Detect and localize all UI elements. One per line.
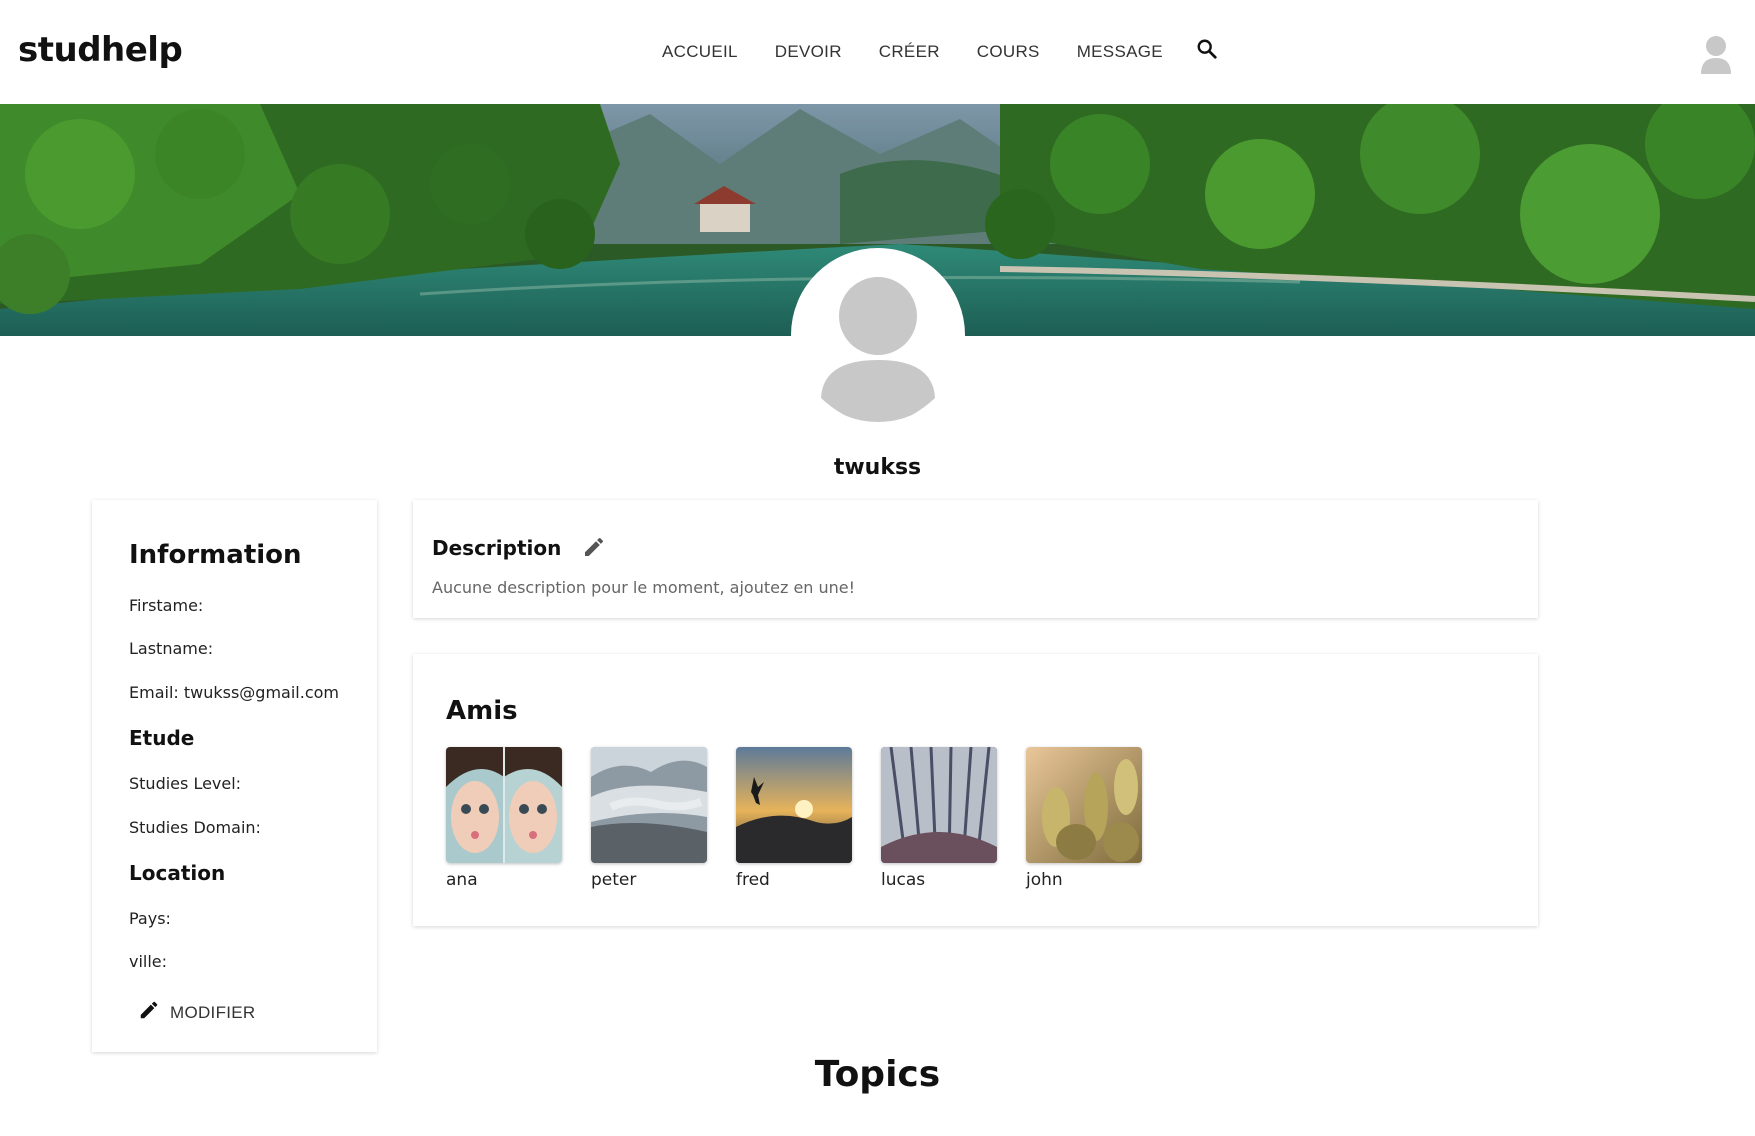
- nav-cours[interactable]: COURS: [977, 42, 1040, 62]
- lastname-label: Lastname:: [129, 639, 214, 658]
- modify-button[interactable]: MODIFIER: [138, 999, 256, 1026]
- friend-name: lucas: [881, 870, 926, 890]
- friend-photo[interactable]: [1026, 747, 1142, 863]
- friend-photo[interactable]: [446, 747, 562, 863]
- friends-title: Amis: [446, 696, 518, 726]
- studies-level-label: Studies Level:: [129, 774, 242, 793]
- nav-devoir[interactable]: DEVOIR: [775, 42, 842, 62]
- topics-heading: Topics: [814, 1054, 941, 1095]
- email-text: Email: twukss@gmail.com: [129, 683, 339, 702]
- friend-name: ana: [446, 870, 478, 890]
- etude-title: Etude: [129, 726, 195, 750]
- site-logo[interactable]: studhelp: [18, 30, 183, 70]
- ville-label: ville:: [129, 952, 168, 971]
- description-text: Aucune description pour le moment, ajout…: [432, 578, 856, 597]
- profile-username: twukss: [833, 455, 922, 480]
- profile-avatar[interactable]: [791, 248, 965, 422]
- pencil-icon: [138, 999, 160, 1026]
- pays-label: Pays:: [129, 909, 171, 928]
- friend-item[interactable]: fred: [736, 747, 852, 890]
- firstname-label: Firstame:: [129, 596, 204, 615]
- friend-photo[interactable]: [591, 747, 707, 863]
- friend-item[interactable]: lucas: [881, 747, 997, 890]
- description-card: Description Aucune description pour le m…: [413, 500, 1538, 618]
- user-avatar-icon[interactable]: [1699, 34, 1733, 76]
- nav-creer[interactable]: CRÉER: [879, 42, 940, 62]
- nav-message[interactable]: MESSAGE: [1077, 42, 1163, 62]
- friend-item[interactable]: ana: [446, 747, 562, 890]
- friend-name: fred: [736, 870, 770, 890]
- friend-photo[interactable]: [736, 747, 852, 863]
- modify-label: MODIFIER: [170, 1002, 256, 1022]
- description-title: Description: [432, 536, 562, 560]
- friend-item[interactable]: john: [1026, 747, 1142, 890]
- studies-domain-label: Studies Domain:: [129, 818, 261, 837]
- friend-name: john: [1026, 870, 1063, 890]
- friend-item[interactable]: peter: [591, 747, 707, 890]
- friends-card: Amis ana peter fred lucas john: [413, 654, 1538, 926]
- information-card: Information Firstame: Lastname: Email: t…: [92, 500, 377, 1052]
- information-title: Information: [129, 540, 302, 570]
- edit-description-pencil-icon[interactable]: [582, 535, 606, 559]
- location-title: Location: [129, 861, 226, 885]
- friend-name: peter: [591, 870, 637, 890]
- friend-photo[interactable]: [881, 747, 997, 863]
- main-nav: ACCUEIL DEVOIR CRÉER COURS MESSAGE: [662, 38, 1218, 63]
- search-icon[interactable]: [1196, 38, 1218, 60]
- nav-accueil[interactable]: ACCUEIL: [662, 42, 738, 62]
- top-navbar: studhelp ACCUEIL DEVOIR CRÉER COURS MESS…: [0, 0, 1755, 104]
